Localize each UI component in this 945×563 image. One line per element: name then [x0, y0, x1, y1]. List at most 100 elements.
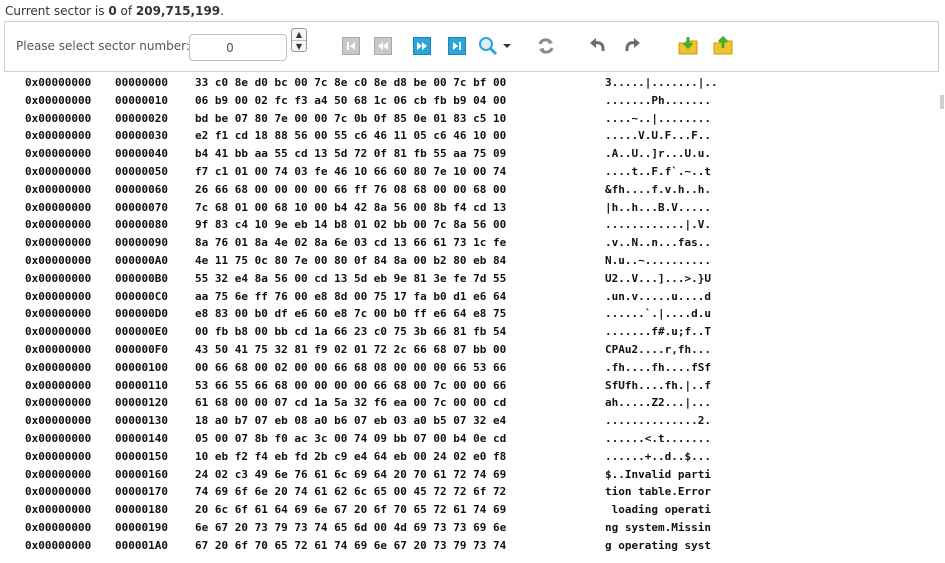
- sector-address: 0x00000000: [25, 538, 92, 552]
- ascii-text: g operating syst: [605, 538, 711, 552]
- sector-address: 0x00000000: [25, 254, 92, 267]
- hex-bytes: 55 32 e4 8a 56 00 cd 13 5d eb 9e 81 3e f…: [195, 271, 507, 285]
- search-dropdown-button[interactable]: [501, 35, 513, 57]
- prev-sector-button[interactable]: [374, 37, 392, 55]
- undo-button[interactable]: [587, 35, 609, 57]
- ascii-text: $..Invalid parti: [605, 467, 711, 481]
- byte-offset: 00000150: [115, 449, 168, 463]
- hex-bytes: 06 b9 00 02 fc f3 a4 50 68 1c 06 cb fb b…: [195, 93, 507, 107]
- byte-offset: 00000180: [115, 503, 168, 517]
- last-sector-button[interactable]: [448, 37, 466, 55]
- byte-offset: 00000010: [115, 93, 168, 107]
- ascii-text: CPAu2....r,fh...: [605, 343, 711, 356]
- hex-dump-view[interactable]: 0x00000000 00000000 33 c0 8e d0 bc 00 7c 8…: [0, 75, 940, 563]
- byte-offset: 00000110: [115, 378, 168, 392]
- ascii-text: ..............2.: [605, 414, 711, 428]
- byte-offset: 00000060: [115, 182, 168, 196]
- byte-offset: 00000020: [115, 111, 168, 125]
- prev-sector-icon: [378, 42, 388, 50]
- ascii-text: .....V.U.F...F..: [605, 129, 711, 143]
- next-sector-button[interactable]: [413, 37, 431, 55]
- hex-bytes: 8a 76 01 8a 4e 02 8a 6e 03 cd 13 66 61 7…: [195, 236, 507, 250]
- hex-bytes: e2 f1 cd 18 88 56 00 55 c6 46 11 05 c6 4…: [195, 129, 507, 143]
- vertical-scrollbar[interactable]: [939, 75, 945, 563]
- sector-address: 0x00000000: [25, 521, 92, 534]
- search-icon: [479, 37, 498, 56]
- first-sector-button[interactable]: [342, 37, 360, 55]
- import-button[interactable]: [677, 35, 699, 57]
- hex-bytes: f7 c1 01 00 74 03 fe 46 10 66 60 80 7e 1…: [195, 165, 507, 178]
- sector-address: 0x00000000: [25, 325, 92, 339]
- hex-bytes: 00 fb b8 00 bb cd 1a 66 23 c0 75 3b 66 8…: [195, 325, 507, 339]
- ascii-text: ah.....Z2...|...: [605, 396, 711, 410]
- sector-address: 0x00000000: [25, 467, 92, 481]
- byte-offset: 000001A0: [115, 538, 168, 552]
- hex-bytes: 53 66 55 66 68 00 00 00 00 66 68 00 7c 0…: [195, 378, 507, 392]
- hex-bytes: 26 66 68 00 00 00 00 66 ff 76 08 68 00 0…: [195, 182, 507, 196]
- byte-offset: 00000080: [115, 218, 168, 232]
- ascii-text: .un.v.....u....d: [605, 289, 711, 303]
- sector-address: 0x00000000: [25, 343, 92, 356]
- scrollbar-thumb[interactable]: [940, 95, 944, 109]
- sector-address: 0x00000000: [25, 147, 92, 161]
- sector-address: 0x00000000: [25, 378, 92, 392]
- stepper-up-icon[interactable]: ▲: [292, 29, 306, 41]
- ascii-text: ............|.V.: [605, 218, 711, 232]
- hex-bytes: 67 20 6f 70 65 72 61 74 69 6e 67 20 73 7…: [195, 538, 507, 552]
- byte-offset: 00000100: [115, 360, 168, 374]
- sector-address: 0x00000000: [25, 165, 92, 178]
- hex-bytes: e8 83 00 b0 df e6 60 e8 7c 00 b0 ff e6 6…: [195, 307, 507, 321]
- hex-bytes: 61 68 00 00 07 cd 1a 5a 32 f6 ea 00 7c 0…: [195, 396, 507, 410]
- export-button[interactable]: [712, 35, 734, 57]
- sector-stepper[interactable]: ▲ ▼: [291, 28, 307, 52]
- sector-address: 0x00000000: [25, 289, 92, 303]
- ascii-text: .v..N..n...fas..: [605, 236, 711, 250]
- hex-bytes: 43 50 41 75 32 81 f9 02 01 72 2c 66 68 0…: [195, 343, 507, 356]
- sector-address: 0x00000000: [25, 111, 92, 125]
- ascii-text: .A..U..]r...U.u.: [605, 147, 711, 161]
- sector-address: 0x00000000: [25, 93, 92, 107]
- sector-address: 0x00000000: [25, 396, 92, 410]
- byte-offset: 00000130: [115, 414, 168, 428]
- sector-address: 0x00000000: [25, 200, 92, 214]
- redo-button[interactable]: [621, 35, 643, 57]
- undo-icon: [590, 38, 605, 52]
- ascii-text: &fh....f.v.h..h.: [605, 182, 711, 196]
- hex-bytes: 10 eb f2 f4 eb fd 2b c9 e4 64 eb 00 24 0…: [195, 449, 507, 463]
- hex-bytes: 4e 11 75 0c 80 7e 00 80 0f 84 8a 00 b2 8…: [195, 254, 507, 267]
- current-sector-value: 0: [108, 4, 117, 18]
- hex-bytes: aa 75 6e ff 76 00 e8 8d 00 75 17 fa b0 d…: [195, 289, 507, 303]
- stepper-down-icon[interactable]: ▼: [292, 41, 306, 52]
- ascii-text: ....t..F.f`.~..t: [605, 165, 711, 178]
- search-button[interactable]: [477, 35, 499, 57]
- byte-offset: 000000E0: [115, 325, 168, 339]
- ascii-text: U2..V...]...>.}U: [605, 271, 711, 285]
- folder-export-icon: [713, 35, 733, 55]
- sector-number-input[interactable]: [189, 34, 287, 61]
- sector-address: 0x00000000: [25, 503, 92, 517]
- ascii-text: ....~..|........: [605, 111, 711, 125]
- sector-address: 0x00000000: [25, 182, 92, 196]
- sector-address: 0x00000000: [25, 360, 92, 374]
- sector-address: 0x00000000: [25, 129, 92, 143]
- byte-offset: 00000040: [115, 147, 168, 161]
- ascii-text: ......`.|....d.u: [605, 307, 711, 321]
- status-prefix: Current sector is: [5, 4, 109, 18]
- refresh-button[interactable]: [535, 35, 557, 57]
- last-sector-icon: [453, 42, 461, 50]
- sector-status: Current sector is 0 of 209,715,199.: [5, 3, 224, 19]
- ascii-text: N.u..~..........: [605, 254, 711, 267]
- ascii-text: tion table.Error: [605, 485, 711, 499]
- sector-address: 0x00000000: [25, 449, 92, 463]
- sector-address: 0x00000000: [25, 236, 92, 250]
- ascii-text: 3.....|.......|..: [605, 76, 718, 89]
- hex-bytes: 7c 68 01 00 68 10 00 b4 42 8a 56 00 8b f…: [195, 200, 507, 214]
- ascii-text: |h..h...B.V.....: [605, 200, 711, 214]
- refresh-icon: [538, 38, 554, 54]
- folder-import-icon: [678, 37, 698, 55]
- hex-bytes: 00 66 68 00 02 00 00 66 68 08 00 00 00 6…: [195, 360, 507, 374]
- ascii-text: ng system.Missin: [605, 521, 711, 534]
- ascii-text: .fh....fh....fSf: [605, 360, 711, 374]
- hex-bytes: 33 c0 8e d0 bc 00 7c 8e c0 8e d8 be 00 7…: [195, 76, 507, 89]
- byte-offset: 00000190: [115, 521, 168, 534]
